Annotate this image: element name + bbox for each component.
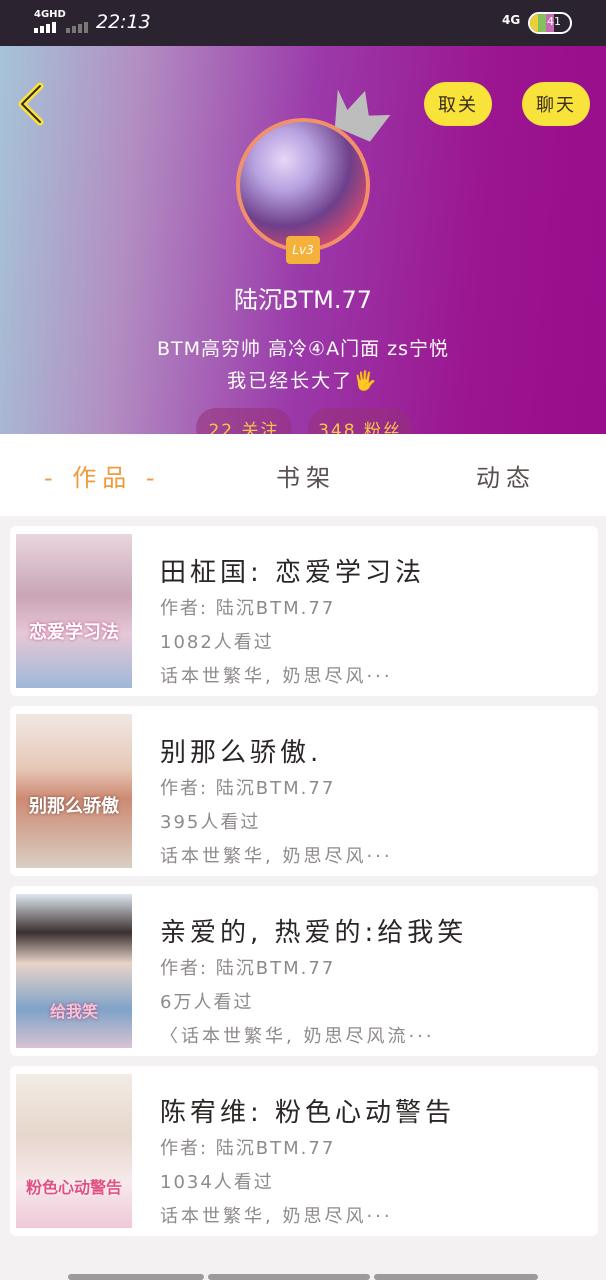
network-right: 4G: [502, 13, 521, 27]
signal-icon: [34, 22, 56, 33]
nickname: 陆沉BTM.77: [234, 286, 372, 314]
network-type: 4GHD: [34, 9, 66, 20]
bio-line-2: 我已经长大了🖐: [227, 370, 379, 392]
tab-bookshelf[interactable]: 书架: [276, 458, 336, 493]
profile-header: 取关 聊天 Lv3 陆沉BTM.77 BTM高穷帅 高冷④A门面 zs宁悦 我已…: [0, 46, 606, 434]
book-author: 作者: 陆沉BTM.77: [160, 778, 336, 799]
book-card[interactable]: 粉色心动警告 陈宥维: 粉色心动警告 作者: 陆沉BTM.77 1034人看过 …: [10, 1066, 598, 1236]
book-card[interactable]: 恋爱学习法 田柾国: 恋爱学习法 作者: 陆沉BTM.77 1082人看过 话本…: [10, 526, 598, 696]
status-bar: 4GHD 22:13 4G 41: [0, 0, 606, 46]
book-author: 作者: 陆沉BTM.77: [160, 598, 336, 619]
nav-bar-handle: [68, 1274, 204, 1280]
fans-count[interactable]: 348 粉丝: [308, 408, 412, 434]
book-card[interactable]: 别那么骄傲 别那么骄傲. 作者: 陆沉BTM.77 395人看过 话本世繁华, …: [10, 706, 598, 876]
book-description: 〈话本世繁华, 奶思尽风流···: [160, 1026, 435, 1047]
book-author: 作者: 陆沉BTM.77: [160, 958, 336, 979]
tab-works[interactable]: - 作品 -: [44, 458, 161, 493]
book-cover-title: 粉色心动警告: [25, 1178, 122, 1197]
book-description: 话本世繁华, 奶思尽风···: [160, 1206, 393, 1227]
tab-moments[interactable]: 动态: [476, 458, 536, 493]
book-title: 陈宥维: 粉色心动警告: [160, 1098, 456, 1128]
book-title: 亲爱的, 热爱的:给我笑: [160, 918, 468, 948]
book-title: 别那么骄傲.: [160, 738, 323, 768]
book-cover: 恋爱学习法: [16, 534, 132, 688]
book-description: 话本世繁华, 奶思尽风···: [160, 666, 393, 687]
book-views: 1082人看过: [160, 632, 274, 653]
back-button[interactable]: [14, 82, 50, 126]
book-cover: 粉色心动警告: [16, 1074, 132, 1228]
book-description: 话本世繁华, 奶思尽风···: [160, 846, 393, 867]
level-badge: Lv3: [286, 236, 320, 264]
signal-secondary-icon: [66, 22, 88, 33]
chevron-left-icon: [18, 82, 44, 126]
book-views: 395人看过: [160, 812, 261, 833]
battery-level: 41: [547, 15, 561, 28]
book-title: 田柾国: 恋爱学习法: [160, 558, 426, 588]
profile-tabs: - 作品 - 书架 动态: [0, 434, 606, 516]
unfollow-button[interactable]: 取关: [424, 82, 492, 126]
following-count[interactable]: 22 关注: [196, 408, 292, 434]
avatar-image: [240, 122, 366, 248]
book-author: 作者: 陆沉BTM.77: [160, 1138, 336, 1159]
book-cover: 别那么骄傲: [16, 714, 132, 868]
book-cover: 给我笑: [16, 894, 132, 1048]
nav-bar-handle: [208, 1274, 370, 1280]
chat-button[interactable]: 聊天: [522, 82, 590, 126]
book-cover-title: 别那么骄傲: [29, 796, 119, 817]
book-views: 1034人看过: [160, 1172, 274, 1193]
clock: 22:13: [96, 11, 151, 33]
bio-line-1: BTM高穷帅 高冷④A门面 zs宁悦: [156, 338, 450, 360]
avatar[interactable]: [236, 118, 370, 252]
book-cover-title: 给我笑: [49, 1002, 98, 1021]
battery-icon: 41: [528, 12, 572, 34]
book-card[interactable]: 给我笑 亲爱的, 热爱的:给我笑 作者: 陆沉BTM.77 6万人看过 〈话本世…: [10, 886, 598, 1056]
book-views: 6万人看过: [160, 992, 254, 1013]
book-cover-title: 恋爱学习法: [29, 622, 119, 643]
nav-bar-handle: [374, 1274, 538, 1280]
